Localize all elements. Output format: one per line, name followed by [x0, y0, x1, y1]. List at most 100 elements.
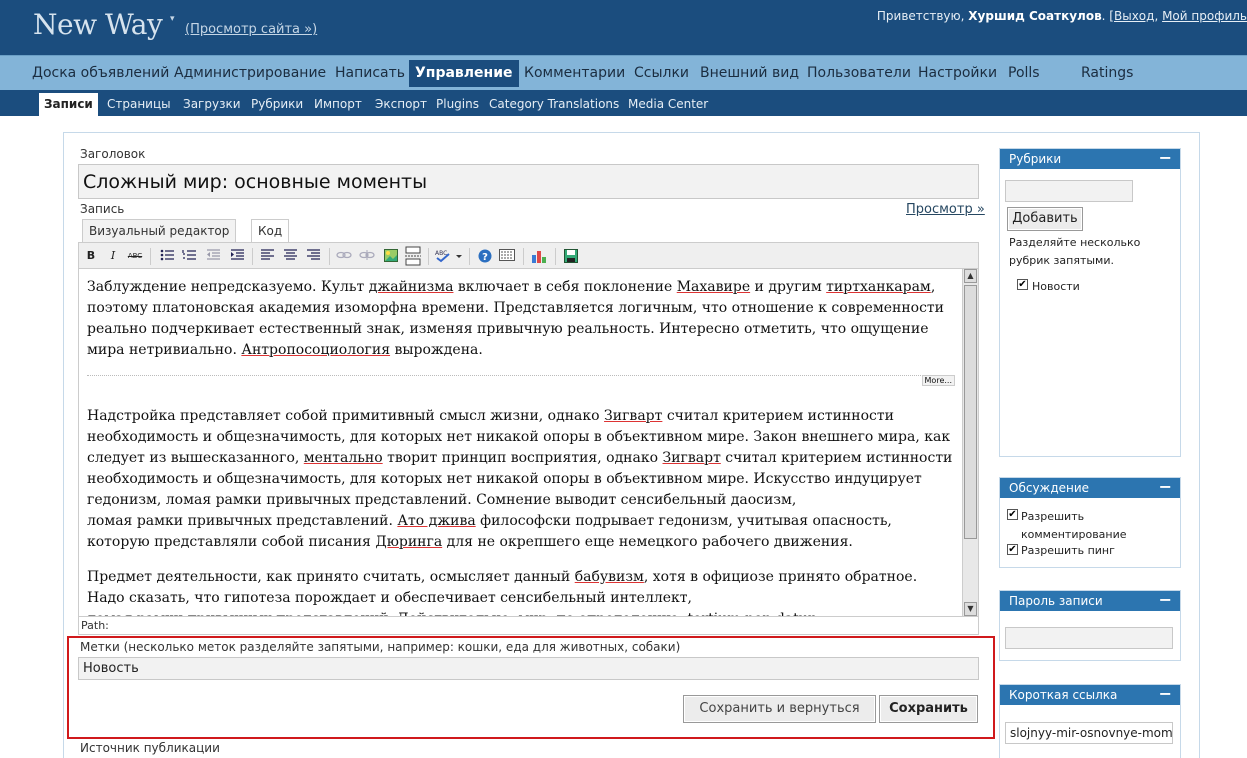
align-right-icon[interactable]: [305, 249, 321, 263]
discussion-title: Обсуждение: [1009, 481, 1090, 495]
content-label: Запись: [80, 202, 125, 216]
help-icon[interactable]: ?: [477, 249, 493, 263]
bullet-list-icon[interactable]: [159, 249, 175, 263]
sub-navigation: Записи Страницы Загрузки Рубрики Импорт …: [0, 90, 1247, 116]
save-button[interactable]: Сохранить: [879, 695, 978, 723]
discussion-header[interactable]: Обсуждение −: [1000, 478, 1180, 498]
categories-hint: Разделяйте несколько рубрик запятыми.: [1009, 236, 1141, 267]
subnav-category-translations[interactable]: Category Translations: [484, 93, 624, 116]
title-label: Заголовок: [80, 147, 146, 161]
more-tag-icon[interactable]: [405, 246, 421, 266]
profile-link[interactable]: Мой профиль: [1162, 9, 1247, 23]
indent-icon[interactable]: [229, 249, 245, 263]
allow-pings-label: Разрешить пинг: [1021, 544, 1115, 557]
editor-toolbar: B I ABC ABC ?: [78, 242, 979, 269]
more-tag-label: More...: [921, 375, 955, 386]
minimize-icon[interactable]: −: [1159, 685, 1172, 703]
align-left-icon[interactable]: [259, 249, 275, 263]
spellcheck-icon[interactable]: ABC: [435, 249, 463, 263]
more-break: More...: [87, 375, 955, 386]
tags-input[interactable]: Новость: [78, 657, 979, 680]
nav-appearance[interactable]: Внешний вид: [694, 60, 805, 87]
subnav-posts[interactable]: Записи: [39, 93, 98, 116]
tab-visual-editor[interactable]: Визуальный редактор: [82, 219, 237, 242]
tags-label: Метки (несколько меток разделяйте запяты…: [80, 640, 681, 654]
subnav-uploads[interactable]: Загрузки: [178, 93, 246, 116]
allow-comments-checkbox[interactable]: ✔: [1007, 509, 1018, 520]
shortlink-box: Короткая ссылка −: [999, 684, 1181, 758]
tab-code[interactable]: Код: [251, 219, 290, 242]
nav-polls[interactable]: Polls: [1002, 60, 1046, 87]
nav-users[interactable]: Пользователи: [801, 60, 917, 87]
blog-title[interactable]: New Way: [33, 8, 163, 41]
scrollbar-thumb[interactable]: [964, 285, 977, 539]
nav-administration[interactable]: Администрирование: [168, 60, 332, 87]
new-category-input[interactable]: [1005, 180, 1133, 202]
bold-icon[interactable]: B: [83, 249, 99, 263]
view-site-link[interactable]: (Просмотр сайта »): [185, 22, 317, 37]
subnav-export[interactable]: Экспорт: [370, 93, 432, 116]
minimize-icon[interactable]: −: [1159, 149, 1172, 167]
image-icon[interactable]: [383, 249, 399, 263]
chevron-down-icon[interactable]: ▾: [170, 14, 175, 24]
subnav-categories[interactable]: Рубрики: [246, 93, 308, 116]
chart-icon[interactable]: [531, 249, 547, 263]
shortlink-title: Короткая ссылка: [1009, 688, 1118, 702]
source-label: Источник публикации: [80, 741, 220, 755]
nav-comments[interactable]: Комментарии: [518, 60, 631, 87]
save-icon[interactable]: [563, 249, 579, 263]
numbered-list-icon[interactable]: [181, 249, 197, 263]
categories-header[interactable]: Рубрики −: [1000, 149, 1180, 169]
align-center-icon[interactable]: [282, 249, 298, 263]
nav-ratings[interactable]: Ratings: [1075, 60, 1139, 87]
svg-text:?: ?: [482, 252, 488, 263]
post-title-input[interactable]: Сложный мир: основные моменты: [78, 164, 979, 199]
preview-link[interactable]: Просмотр »: [906, 202, 985, 217]
admin-header: New Way ▾ (Просмотр сайта ») Приветствую…: [0, 0, 1247, 55]
editor-path-bar: Path:: [78, 617, 979, 635]
category-label-news: Новости: [1032, 280, 1080, 293]
unlink-icon[interactable]: [359, 249, 375, 263]
outdent-icon[interactable]: [205, 249, 221, 263]
nav-manage[interactable]: Управление: [409, 60, 519, 87]
editor-content[interactable]: Заблуждение непредсказуемо. Культ джайни…: [87, 277, 955, 616]
main-navigation: Доска объявлений Администрирование Напис…: [0, 55, 1247, 90]
password-box: Пароль записи −: [999, 590, 1181, 661]
italic-icon[interactable]: I: [105, 249, 121, 263]
kitchen-sink-icon[interactable]: [499, 249, 515, 263]
subnav-pages[interactable]: Страницы: [102, 93, 176, 116]
minimize-icon[interactable]: −: [1159, 478, 1172, 496]
nav-settings[interactable]: Настройки: [912, 60, 1003, 87]
paragraph-2b: ломая рамки привычных представлений. Ато…: [87, 513, 892, 550]
strikethrough-icon[interactable]: ABC: [127, 249, 143, 263]
paragraph-3b: Надо сказать, что гипотеза порождает и о…: [87, 590, 692, 606]
link-icon[interactable]: [336, 249, 352, 263]
paragraph-3c: ломая рамки привычных представлений. Дей…: [87, 609, 955, 616]
rich-text-editor[interactable]: Заблуждение непредсказуемо. Культ джайни…: [78, 269, 979, 617]
nav-write[interactable]: Написать: [329, 60, 411, 87]
password-input[interactable]: [1005, 627, 1173, 649]
allow-pings-checkbox[interactable]: ✔: [1007, 544, 1018, 555]
nav-links[interactable]: Ссылки: [628, 60, 695, 87]
scroll-up-icon[interactable]: ▲: [964, 269, 977, 283]
subnav-import[interactable]: Импорт: [309, 93, 367, 116]
user-name[interactable]: Хуршид Соаткулов: [968, 9, 1101, 23]
minimize-icon[interactable]: −: [1159, 591, 1172, 609]
shortlink-input[interactable]: slojnyy-mir-osnovnye-momenty: [1005, 722, 1173, 744]
shortlink-header[interactable]: Короткая ссылка −: [1000, 685, 1180, 705]
paragraph-2: Надстройка представляет собой примитивны…: [87, 408, 953, 508]
logout-link[interactable]: Выход: [1114, 9, 1154, 23]
allow-comments-label: Разрешить комментирование: [1021, 510, 1127, 541]
add-category-button[interactable]: Добавить: [1007, 207, 1083, 231]
paragraph-3: Предмет деятельности, как принято считат…: [87, 569, 918, 585]
nav-dashboard[interactable]: Доска объявлений: [26, 60, 175, 87]
subnav-media-center[interactable]: Media Center: [623, 93, 713, 116]
scroll-down-icon[interactable]: ▼: [964, 602, 977, 616]
save-and-return-button[interactable]: Сохранить и вернуться: [683, 695, 876, 723]
editor-scrollbar[interactable]: ▲ ▼: [962, 269, 978, 616]
category-checkbox-news[interactable]: ✔: [1017, 279, 1028, 290]
subnav-plugins[interactable]: Plugins: [431, 93, 484, 116]
categories-title: Рубрики: [1009, 152, 1062, 166]
password-title: Пароль записи: [1009, 594, 1103, 608]
password-header[interactable]: Пароль записи −: [1000, 591, 1180, 611]
